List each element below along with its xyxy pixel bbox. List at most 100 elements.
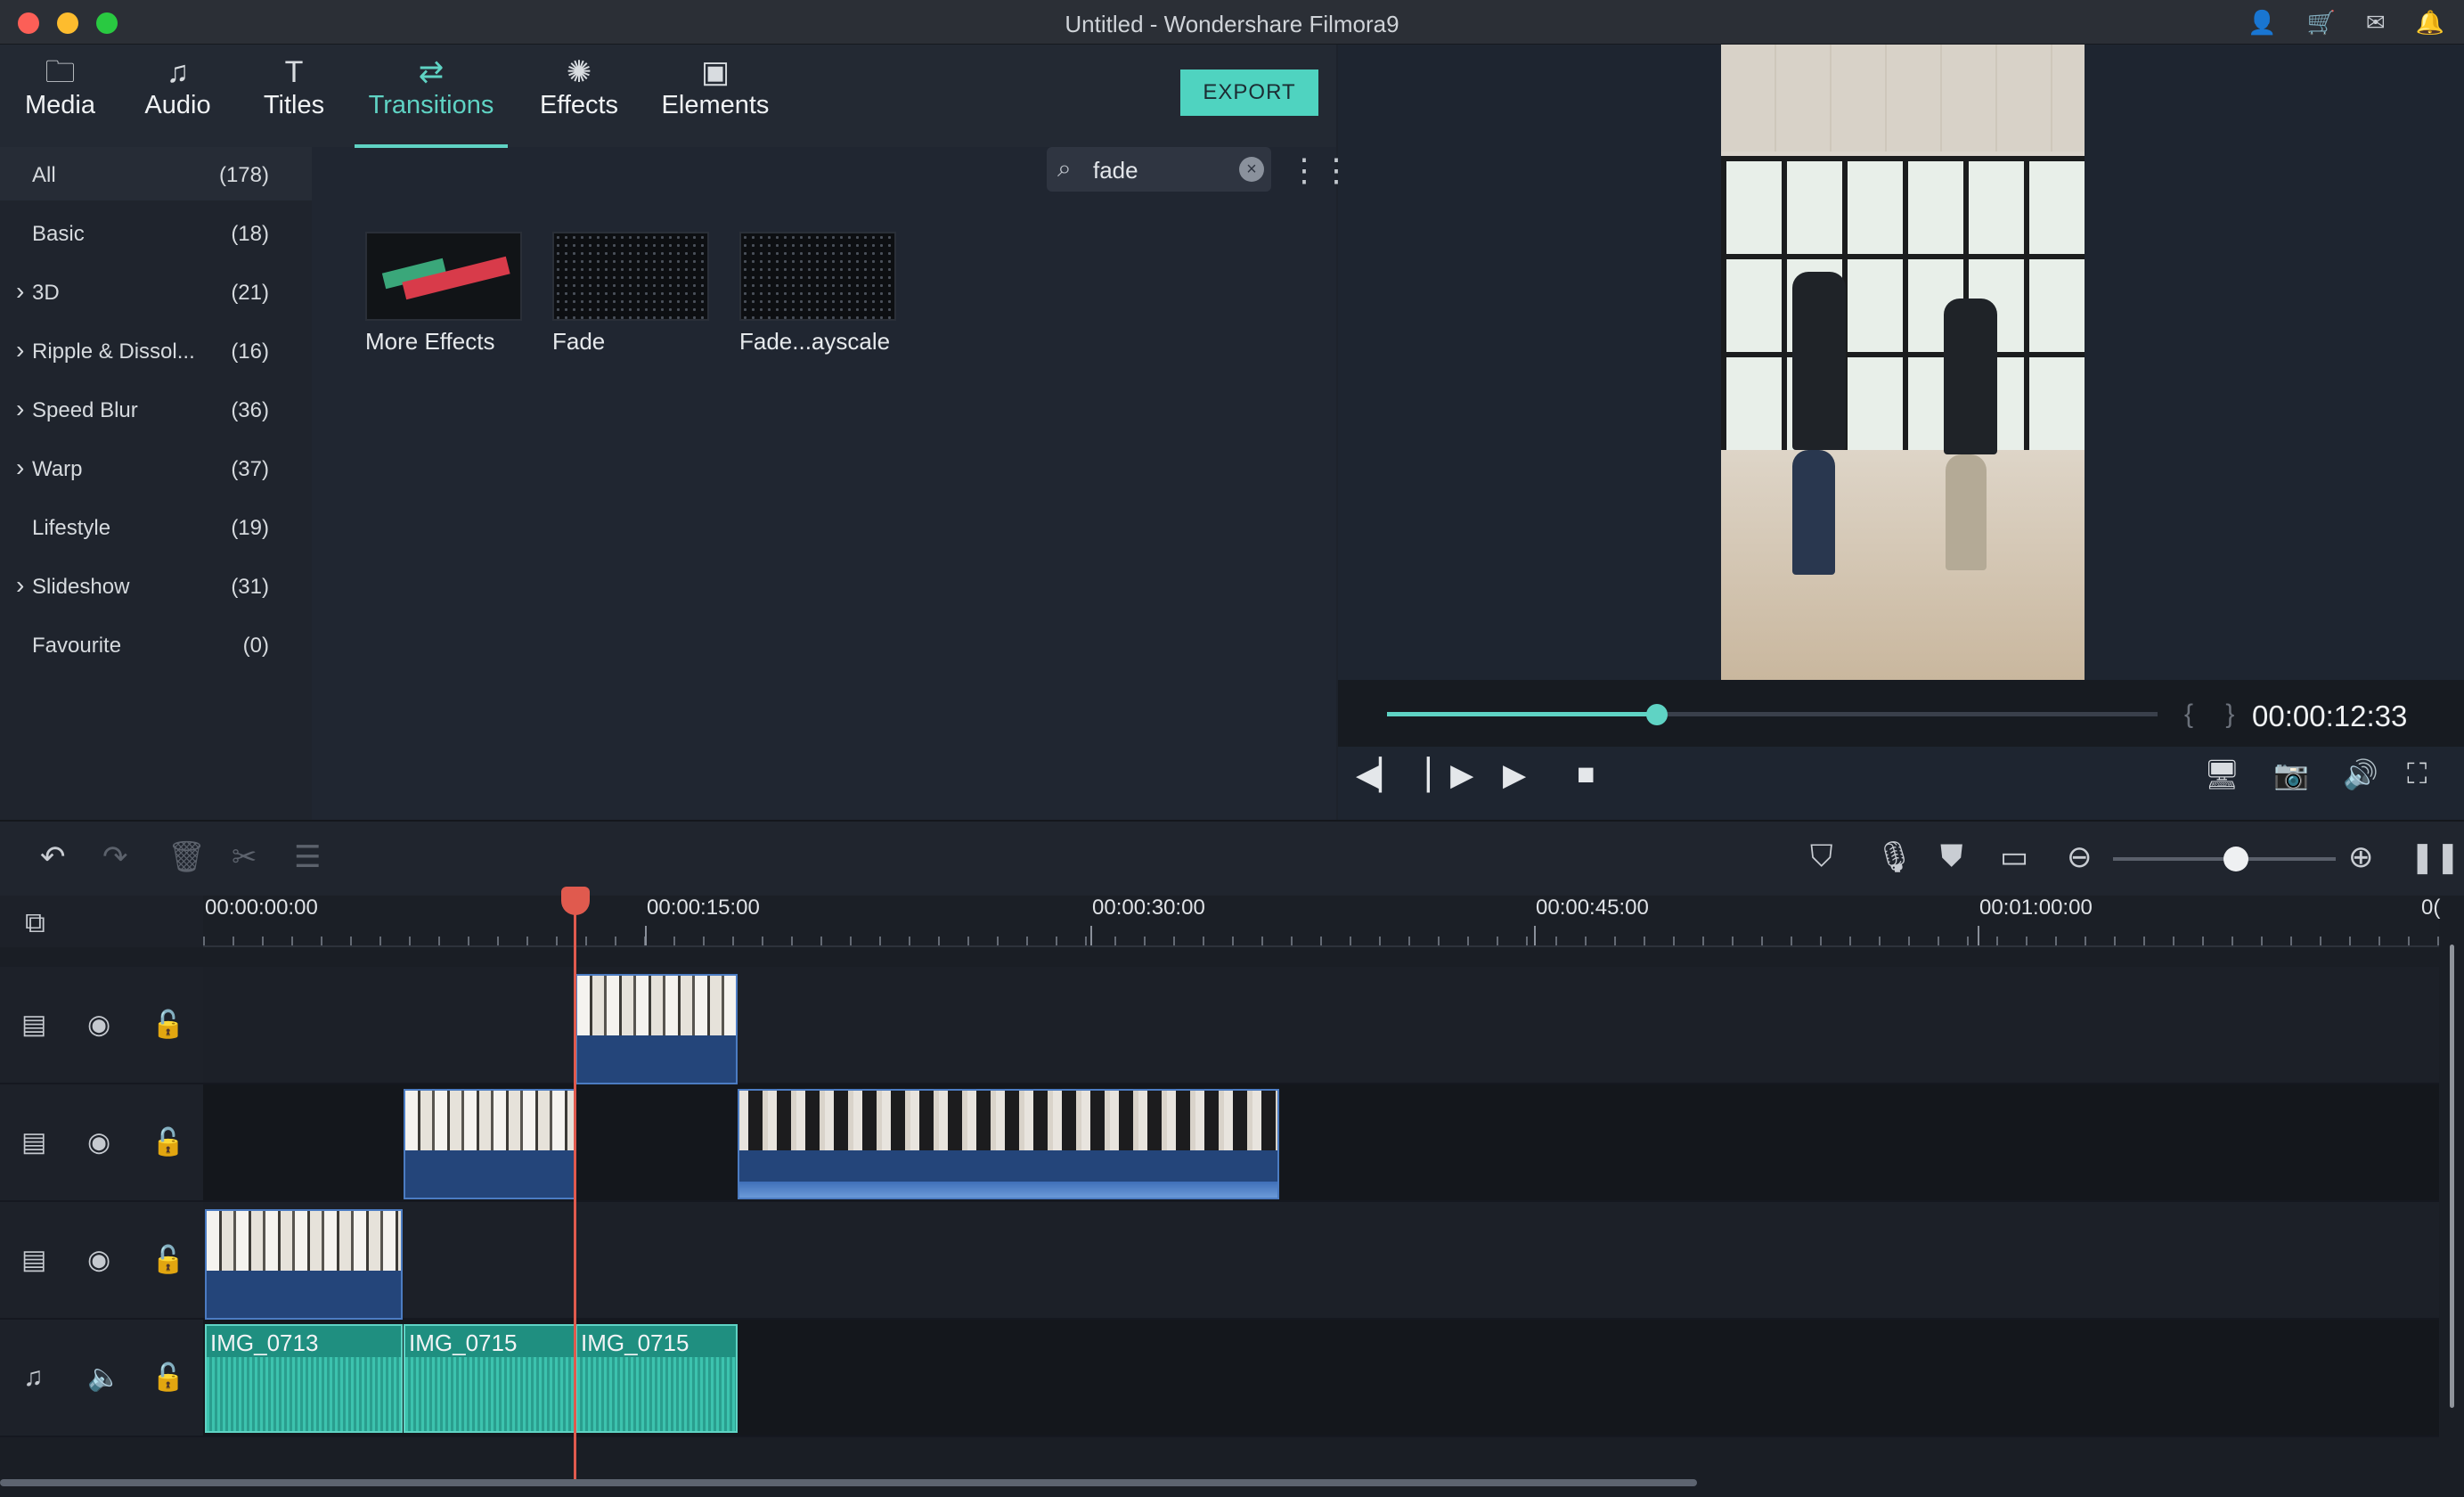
audio-track-header: ♫ 🔈 🔓 [0, 1320, 203, 1437]
timeline-toolbar: ↶ ↷ 🗑 ✂ ☰ ⛉ 🎙 ⛊ ▭ ⊖ ⊕ ❚❚ [0, 820, 2464, 896]
audio-clip[interactable]: IMG_0715 [404, 1324, 575, 1433]
video-clip[interactable] [738, 1089, 1279, 1199]
tab-transitions[interactable]: ⇄ Transitions [355, 53, 508, 148]
search-box[interactable]: ⌕ fade × [1047, 147, 1271, 192]
clear-search-icon[interactable]: × [1239, 157, 1264, 182]
stop-icon[interactable]: ■ [1577, 757, 1595, 792]
window-title: Untitled - Wondershare Filmora9 [1065, 11, 1399, 37]
delete-icon[interactable]: 🗑 [167, 839, 206, 875]
mixer-icon[interactable]: ⛊ [1940, 839, 1963, 874]
playhead-line[interactable] [574, 891, 576, 1479]
category-count: (31) [231, 575, 269, 599]
search-input[interactable]: fade [1093, 157, 1138, 184]
category-label: Warp [32, 457, 83, 481]
tab-effects[interactable]: ✺ Effects [533, 53, 625, 143]
zoom-in-icon[interactable]: ⊕ [2348, 839, 2374, 875]
playback-slider[interactable] [1387, 704, 2158, 725]
caption-icon[interactable]: ▭ [2000, 839, 2028, 875]
lock-icon[interactable]: 🔓 [151, 1010, 184, 1041]
pause-bars-icon[interactable]: ❚❚ [2410, 839, 2460, 875]
clip-thumbnails [577, 976, 736, 1036]
tab-media[interactable]: 🗀 Media [18, 53, 102, 143]
category-item[interactable]: › Speed Blur (36) [0, 382, 312, 436]
category-item[interactable]: Lifestyle (19) [0, 500, 312, 553]
lock-icon[interactable]: 🔓 [151, 1245, 184, 1276]
effects-store-sticker [402, 256, 510, 300]
chevron-right-icon[interactable]: › [16, 571, 24, 600]
microphone-icon[interactable]: 🎙 [1875, 839, 1913, 875]
text-icon: T [284, 55, 304, 89]
video-clip[interactable] [404, 1089, 575, 1199]
playhead-handle[interactable] [561, 887, 590, 915]
video-track-1 [203, 967, 2439, 1084]
zoom-out-icon[interactable]: ⊖ [2067, 839, 2093, 875]
cut-icon[interactable]: ✂ [232, 839, 257, 875]
more-effects-thumb[interactable] [365, 232, 522, 321]
category-label: Basic [32, 222, 85, 246]
ruler-label: 00:00:30:00 [1092, 896, 1205, 920]
fade-thumb[interactable] [552, 232, 709, 321]
transition-name: Fade [552, 328, 606, 355]
lock-icon[interactable]: 🔓 [151, 1362, 184, 1394]
export-button[interactable]: EXPORT [1180, 70, 1318, 116]
vertical-scrollbar[interactable] [2450, 945, 2454, 1408]
fade-grayscale-thumb[interactable] [739, 232, 896, 321]
category-item[interactable]: › Ripple & Dissol... (16) [0, 323, 312, 377]
category-item[interactable]: Basic (18) [0, 206, 312, 259]
clip-waveform [739, 1182, 1277, 1198]
category-item[interactable]: All (178) [0, 147, 312, 200]
ruler-ticks [203, 937, 2439, 945]
user-icon[interactable]: 👤 [2248, 9, 2276, 37]
zoom-handle[interactable] [2223, 847, 2248, 871]
effects-icon: ✺ [566, 55, 592, 89]
fullscreen-icon[interactable]: ⛶ [2407, 757, 2427, 791]
step-back-icon[interactable]: ▏▶ [1427, 757, 1473, 793]
audio-clip[interactable]: IMG_0713 [205, 1324, 403, 1433]
eye-icon[interactable]: ◉ [87, 1010, 110, 1041]
category-item[interactable]: › Slideshow (31) [0, 559, 312, 612]
category-count: (19) [231, 516, 269, 540]
eye-icon[interactable]: ◉ [87, 1127, 110, 1158]
undo-icon[interactable]: ↶ [40, 839, 66, 875]
tab-elements[interactable]: ▣ Elements [657, 53, 773, 143]
cart-icon[interactable]: 🛒 [2306, 9, 2335, 37]
snapshot-icon[interactable]: 📷 [2273, 757, 2309, 791]
marker-icon[interactable]: ⛉ [1810, 839, 1833, 874]
chevron-right-icon[interactable]: › [16, 395, 24, 423]
speaker-icon[interactable]: 🔈 [87, 1362, 120, 1394]
video-clip[interactable] [575, 974, 738, 1084]
time-ruler[interactable]: 00:00:00:00 00:00:15:00 00:00:30:00 00:0… [203, 896, 2440, 947]
chevron-right-icon[interactable]: › [16, 336, 24, 364]
playback-progress [1387, 712, 1657, 716]
horizontal-scrollbar[interactable] [0, 1479, 1697, 1486]
add-track-icon[interactable]: ⧉ [25, 906, 45, 940]
person-right-legs [1946, 454, 1987, 570]
message-icon[interactable]: ✉ [2366, 9, 2386, 37]
chevron-right-icon[interactable]: › [16, 277, 24, 306]
audio-waveform [207, 1357, 401, 1431]
notification-icon[interactable]: 🔔 [2416, 9, 2444, 37]
music-note-icon: ♫ [166, 55, 190, 89]
category-item[interactable]: › 3D (21) [0, 265, 312, 318]
category-item[interactable]: › Warp (37) [0, 441, 312, 495]
eye-icon[interactable]: ◉ [87, 1245, 110, 1276]
volume-icon[interactable]: 🔊 [2343, 757, 2378, 791]
lock-icon[interactable]: 🔓 [151, 1127, 184, 1158]
person-right [1944, 299, 1997, 454]
chevron-right-icon[interactable]: › [16, 454, 24, 482]
render-preview-icon[interactable]: 🖥 [2204, 757, 2240, 791]
playback-handle[interactable] [1645, 704, 1668, 725]
category-item[interactable]: Favourite (0) [0, 618, 312, 671]
video-track-3-header: ▤ ◉ 🔓 [0, 1202, 203, 1320]
ruler-label: 00:00:15:00 [647, 896, 760, 920]
audio-clip[interactable]: IMG_0715 [575, 1324, 738, 1433]
tab-titles[interactable]: T Titles [254, 53, 334, 143]
tab-audio[interactable]: ♫ Audio [135, 53, 220, 143]
mark-in-out[interactable]: { } [2184, 699, 2247, 730]
redo-icon[interactable]: ↷ [102, 839, 128, 875]
folder-icon: 🗀 [45, 55, 76, 89]
video-clip[interactable] [205, 1209, 403, 1320]
adjust-icon[interactable]: ☰ [294, 839, 321, 875]
rewind-icon[interactable]: ◀▏ [1356, 757, 1402, 793]
play-icon[interactable]: ▶ [1503, 757, 1526, 793]
